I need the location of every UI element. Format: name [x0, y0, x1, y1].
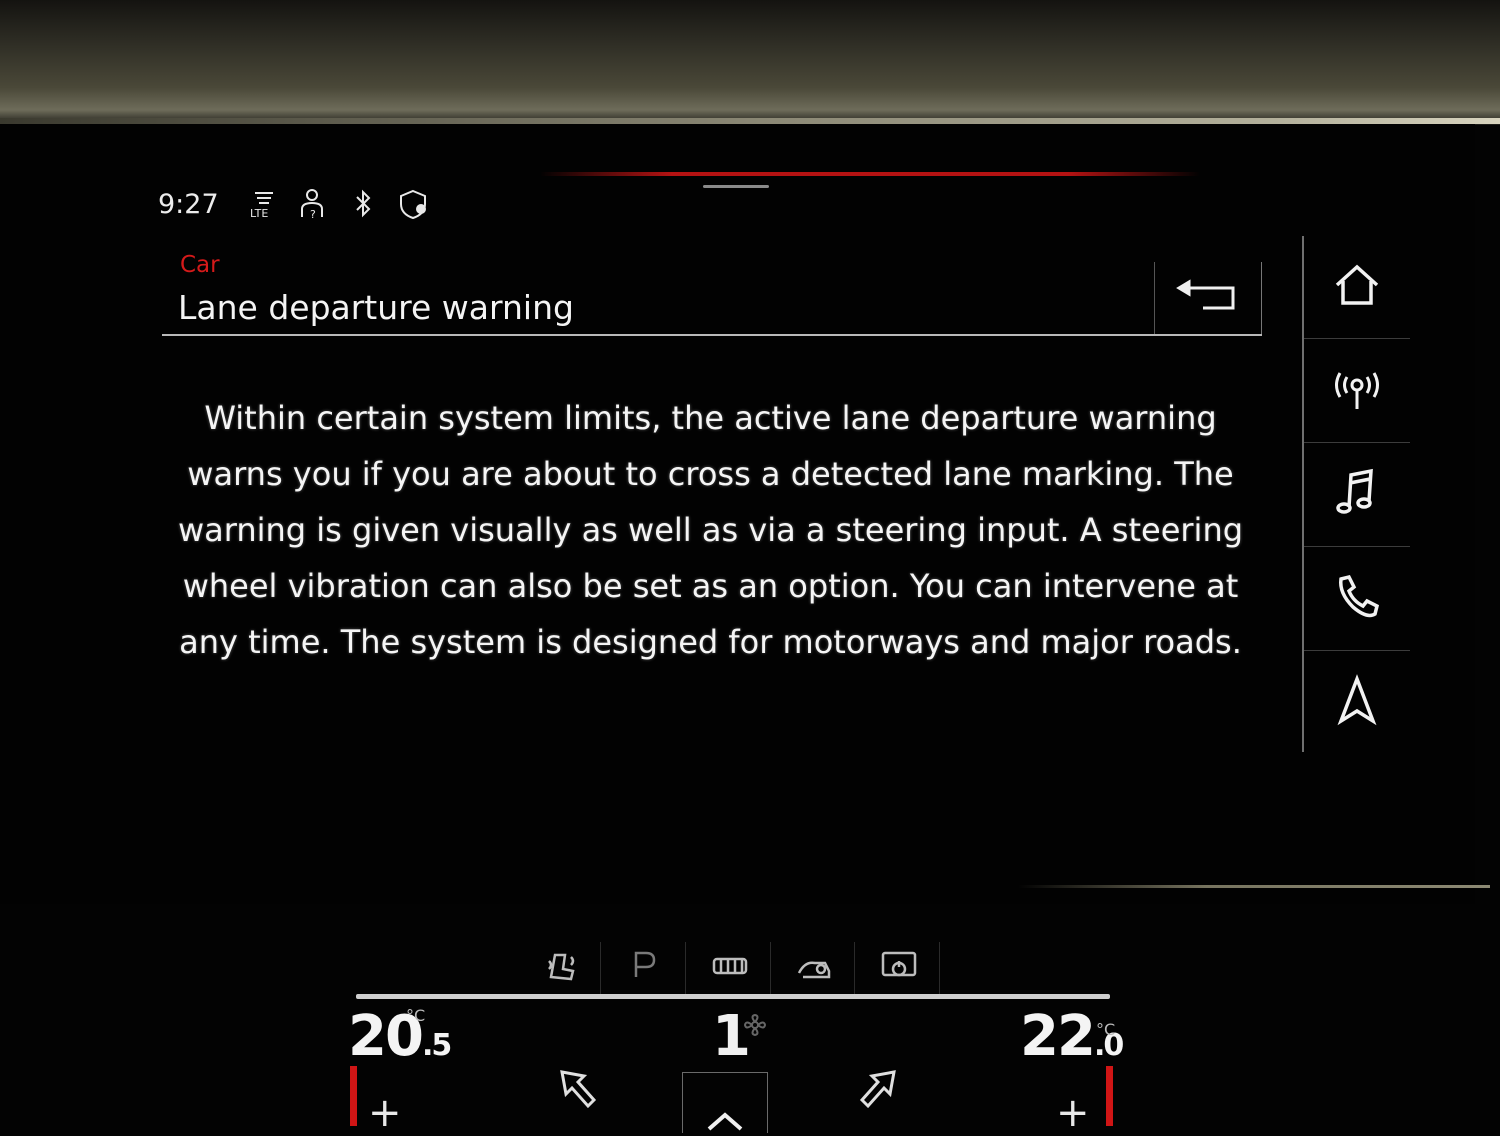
nav-media-button[interactable]: [1304, 444, 1410, 547]
shield-location-icon: [397, 187, 431, 221]
right-temp-unit: °C: [1096, 1020, 1116, 1039]
svg-text:?: ?: [310, 208, 316, 221]
climate-expand-button[interactable]: [682, 1072, 768, 1133]
fan-icon: [743, 1013, 767, 1037]
nav-home-button[interactable]: [1304, 236, 1410, 339]
left-temp-plus-button[interactable]: +: [368, 1090, 402, 1136]
home-icon: [1329, 257, 1385, 317]
breadcrumb[interactable]: Car: [180, 252, 220, 278]
left-temp-indicator: [350, 1066, 357, 1126]
right-temp-value: 22: [1020, 1004, 1096, 1069]
rear-defrost-icon: [711, 947, 749, 989]
status-time: 9:27: [158, 188, 219, 220]
right-temp-plus-button[interactable]: +: [1056, 1090, 1090, 1136]
navigation-icon: [1329, 673, 1385, 733]
svg-text:LTE: LTE: [250, 207, 268, 220]
person-help-icon: ?: [297, 187, 331, 221]
climate-panel: 20.5 °C 1 22.0 °C + +: [340, 930, 1130, 1136]
climate-divider: [1018, 885, 1490, 888]
display-power-button[interactable]: [859, 942, 940, 994]
right-airflow-button[interactable]: [834, 1064, 904, 1124]
seat-heat-button[interactable]: [520, 942, 601, 994]
phone-icon: [1329, 569, 1385, 629]
climate-separator: [356, 994, 1110, 999]
back-arrow-icon: [1175, 276, 1241, 320]
air-recirculation-button[interactable]: [774, 942, 856, 994]
back-button[interactable]: [1154, 262, 1262, 334]
display-power-icon: [880, 947, 918, 989]
left-temperature[interactable]: 20.5: [348, 1004, 452, 1069]
radio-icon: [1329, 361, 1385, 421]
dashboard-bezel: [0, 0, 1500, 125]
parking-icon: [626, 947, 664, 989]
bluetooth-icon: [347, 187, 381, 221]
car-air-icon: [795, 947, 833, 989]
feature-description: Within certain system limits, the active…: [177, 399, 1244, 661]
ambient-light-strip: [540, 172, 1200, 176]
left-temp-decimal: .5: [421, 1028, 452, 1063]
left-temp-unit: °C: [406, 1006, 426, 1025]
status-bar: 9:27 LTE ?: [158, 186, 447, 222]
rear-defrost-button[interactable]: [690, 942, 771, 994]
music-icon: [1329, 465, 1385, 525]
airflow-arrow-icon: [859, 1070, 896, 1109]
page-title: Lane departure warning: [178, 288, 574, 327]
nav-radio-button[interactable]: [1304, 340, 1410, 443]
seat-heat-icon: [541, 947, 579, 989]
nav-navigation-button[interactable]: [1304, 652, 1410, 754]
right-temp-indicator: [1106, 1066, 1113, 1126]
lte-signal-icon: LTE: [247, 187, 281, 221]
chevron-up-icon: [707, 1112, 743, 1131]
airflow-arrow-icon: [560, 1070, 597, 1109]
side-navigation: [1302, 236, 1412, 752]
nav-phone-button[interactable]: [1304, 548, 1410, 651]
parking-button[interactable]: [605, 942, 686, 994]
status-pulldown-handle[interactable]: [703, 185, 769, 188]
left-airflow-button[interactable]: [554, 1064, 614, 1124]
climate-quick-buttons: [520, 938, 940, 998]
header-divider: [162, 334, 1262, 336]
